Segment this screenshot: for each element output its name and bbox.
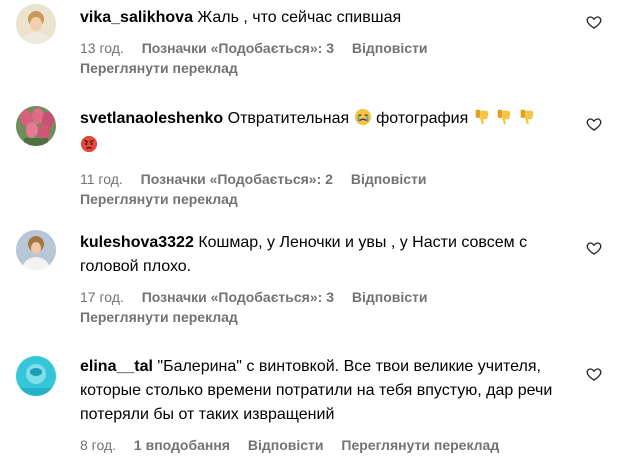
- thumbs-down-emoji-icon: [495, 108, 513, 134]
- like-button[interactable]: [586, 116, 602, 132]
- username[interactable]: vika_salikhova: [80, 9, 193, 26]
- avatar[interactable]: [16, 230, 56, 270]
- likes-count[interactable]: 1 вподобання: [134, 437, 230, 453]
- heart-icon: [586, 118, 602, 131]
- comment-body: vika_salikhova Жаль , что сейчас спившая…: [80, 6, 570, 78]
- tulips-photo-icon: [16, 106, 56, 146]
- heart-icon: [586, 16, 602, 29]
- comment-message: Жаль , что сейчас спившая: [197, 9, 402, 26]
- comment-meta: 11 год. Позначки «Подобається»: 2 Відпов…: [80, 169, 570, 189]
- reply-button[interactable]: Відповісти: [352, 289, 428, 305]
- avatar[interactable]: [16, 356, 56, 396]
- avatar[interactable]: [16, 4, 56, 44]
- avatar-photo-icon: [16, 4, 56, 44]
- timestamp[interactable]: 8 год.: [80, 437, 116, 453]
- comment-text: vika_salikhova Жаль , что сейчас спившая: [80, 6, 570, 30]
- likes-count[interactable]: Позначки «Подобається»: 3: [142, 40, 334, 56]
- reply-button[interactable]: Відповісти: [352, 40, 428, 56]
- pool-photo-icon: [16, 356, 56, 396]
- see-translation-link[interactable]: Переглянути переклад: [80, 307, 570, 327]
- comment-text: kuleshova3322 Кошмар, у Леночки и увы , …: [80, 231, 570, 279]
- like-button[interactable]: [586, 14, 602, 30]
- timestamp[interactable]: 17 год.: [80, 289, 124, 305]
- comment-body: kuleshova3322 Кошмар, у Леночки и увы , …: [80, 231, 570, 327]
- avatar-photo-icon: [16, 230, 56, 270]
- timestamp[interactable]: 11 год.: [80, 171, 123, 187]
- comment-message: Отвратительная: [227, 110, 350, 127]
- like-button[interactable]: [586, 240, 602, 256]
- comment-meta: 17 год. Позначки «Подобається»: 3 Відпов…: [80, 287, 570, 307]
- avatar[interactable]: [16, 106, 56, 146]
- username[interactable]: elina__tal: [80, 358, 153, 375]
- reply-button[interactable]: Відповісти: [248, 437, 324, 453]
- username[interactable]: kuleshova3322: [80, 234, 194, 251]
- reply-button[interactable]: Відповісти: [351, 171, 427, 187]
- comment-meta: 13 год. Позначки «Подобається»: 3 Відпов…: [80, 38, 570, 58]
- comment-message-2: фотография: [376, 110, 469, 127]
- see-translation-link[interactable]: Переглянути переклад: [80, 58, 570, 78]
- likes-count[interactable]: Позначки «Подобається»: 3: [142, 289, 334, 305]
- comment-text: elina__tal "Балерина" с винтовкой. Все т…: [80, 355, 570, 427]
- heart-icon: [586, 242, 602, 255]
- comment-body: svetlanaoleshenko Отвратительная фотогра…: [80, 107, 570, 209]
- like-button[interactable]: [586, 366, 602, 382]
- see-translation-link[interactable]: Переглянути переклад: [80, 189, 570, 209]
- thumbs-down-emoji-icon: [518, 108, 536, 134]
- heart-icon: [586, 368, 602, 381]
- thumbs-down-emoji-icon: [473, 108, 491, 134]
- timestamp[interactable]: 13 год.: [80, 40, 124, 56]
- crying-face-emoji-icon: [354, 108, 372, 134]
- likes-count[interactable]: Позначки «Подобається»: 2: [141, 171, 333, 187]
- comment-body: elina__tal "Балерина" с винтовкой. Все т…: [80, 355, 570, 455]
- comment-text: svetlanaoleshenko Отвратительная фотогра…: [80, 107, 570, 161]
- see-translation-link[interactable]: Переглянути переклад: [341, 437, 499, 453]
- comment-meta: 8 год. 1 вподобання Відповісти Перегляну…: [80, 435, 570, 455]
- username[interactable]: svetlanaoleshenko: [80, 110, 223, 127]
- angry-face-emoji-icon: [80, 135, 98, 161]
